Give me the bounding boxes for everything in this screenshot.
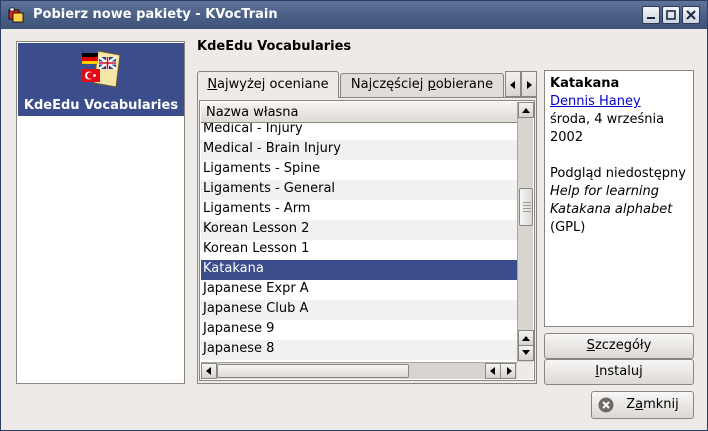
details-button[interactable]: Szczegóły: [544, 333, 694, 359]
vocabulary-list[interactable]: Nazwa własna Medical - Injury Medical - …: [199, 100, 535, 381]
scroll-left-button[interactable]: [201, 363, 217, 379]
window-title: Pobierz nowe pakiety - KVocTrain: [33, 7, 278, 22]
maximize-button[interactable]: [662, 6, 680, 24]
arrow-right-icon: [527, 81, 532, 89]
horizontal-scroll-thumb[interactable]: [217, 364, 409, 378]
vertical-scrollbar[interactable]: [517, 102, 534, 362]
list-item[interactable]: Katakana: [201, 260, 517, 280]
section-title: KdeEdu Vocabularies: [197, 39, 352, 54]
list-item[interactable]: Japanese Expr A: [201, 280, 517, 300]
list-item[interactable]: Japanese 8: [201, 340, 517, 360]
download-dialog: Pobierz nowe pakiety - KVocTrain KdeEdu …: [0, 0, 708, 431]
arrow-right-icon: [507, 367, 512, 375]
list-body: Medical - Injury Medical - Brain Injury …: [201, 123, 517, 361]
scroll-up-button-lower[interactable]: [518, 330, 534, 346]
arrow-left-icon: [510, 81, 515, 89]
arrow-left-icon: [490, 367, 495, 375]
arrow-up-icon: [522, 336, 530, 341]
kvoctrain-icon: [8, 7, 24, 23]
vertical-scroll-thumb[interactable]: [519, 188, 533, 226]
maximize-icon: [666, 10, 676, 20]
provider-item-kdeedu[interactable]: KdeEdu Vocabularies: [18, 43, 184, 116]
tab-top-rated[interactable]: Najwyżej oceniane: [197, 71, 339, 98]
details-date: środa, 4 września 2002: [550, 112, 665, 145]
tab-scroll-left-button[interactable]: [505, 71, 521, 97]
minimize-icon: [647, 17, 655, 19]
list-item[interactable]: Medical - Brain Injury: [201, 140, 517, 160]
details-name: Katakana: [550, 76, 620, 91]
install-button[interactable]: Instaluj: [544, 359, 694, 385]
details-author-link[interactable]: Dennis Haney: [550, 93, 688, 111]
tab-scroll-right-button[interactable]: [521, 71, 537, 97]
details-preview: Podgląd niedostępny: [550, 166, 686, 181]
list-item[interactable]: Korean Lesson 1: [201, 240, 517, 260]
details-panel: Katakana Dennis Haney środa, 4 września …: [544, 70, 694, 327]
title-bar[interactable]: Pobierz nowe pakiety - KVocTrain: [1, 1, 707, 29]
list-item[interactable]: Ligaments - Arm: [201, 200, 517, 220]
scroll-up-button[interactable]: [518, 102, 534, 118]
provider-list: KdeEdu Vocabularies: [16, 41, 185, 384]
details-description: Help for learning Katakana alphabet: [550, 184, 673, 217]
details-license: (GPL): [550, 220, 586, 235]
install-button-label: Instaluj: [595, 364, 643, 379]
arrow-left-icon: [206, 367, 211, 375]
list-item[interactable]: Ligaments - Spine: [201, 160, 517, 180]
tab-top-rated-label: Najwyżej oceniane: [207, 77, 329, 92]
list-item[interactable]: Ligaments - General: [201, 180, 517, 200]
list-item[interactable]: Japanese Club A: [201, 300, 517, 320]
scrollbar-corner: [517, 362, 533, 379]
list-item[interactable]: Japanese 9: [201, 320, 517, 340]
provider-label: KdeEdu Vocabularies: [23, 98, 179, 113]
scroll-left-button-right[interactable]: [485, 363, 501, 379]
close-button[interactable]: Zamknij: [591, 391, 694, 419]
close-icon: [686, 10, 696, 20]
horizontal-scrollbar[interactable]: [201, 362, 517, 379]
close-window-button[interactable]: [682, 6, 700, 24]
close-button-label: Zamknij: [626, 397, 679, 412]
list-item[interactable]: Korean Lesson 2: [201, 220, 517, 240]
details-button-label: Szczegóły: [586, 338, 652, 353]
tab-most-downloaded[interactable]: Najczęściej pobierane: [340, 73, 504, 98]
column-header-name[interactable]: Nazwa własna: [201, 102, 517, 123]
arrow-down-icon: [522, 350, 530, 355]
arrow-up-icon: [522, 108, 530, 113]
scroll-down-button[interactable]: [518, 345, 534, 361]
scroll-right-button[interactable]: [500, 363, 516, 379]
close-circle-icon: [598, 397, 614, 413]
flags-icon: [82, 50, 121, 88]
minimize-button[interactable]: [642, 6, 660, 24]
list-item[interactable]: Medical - Injury: [201, 123, 517, 140]
tab-most-downloaded-label: Najczęściej pobierane: [350, 77, 494, 92]
